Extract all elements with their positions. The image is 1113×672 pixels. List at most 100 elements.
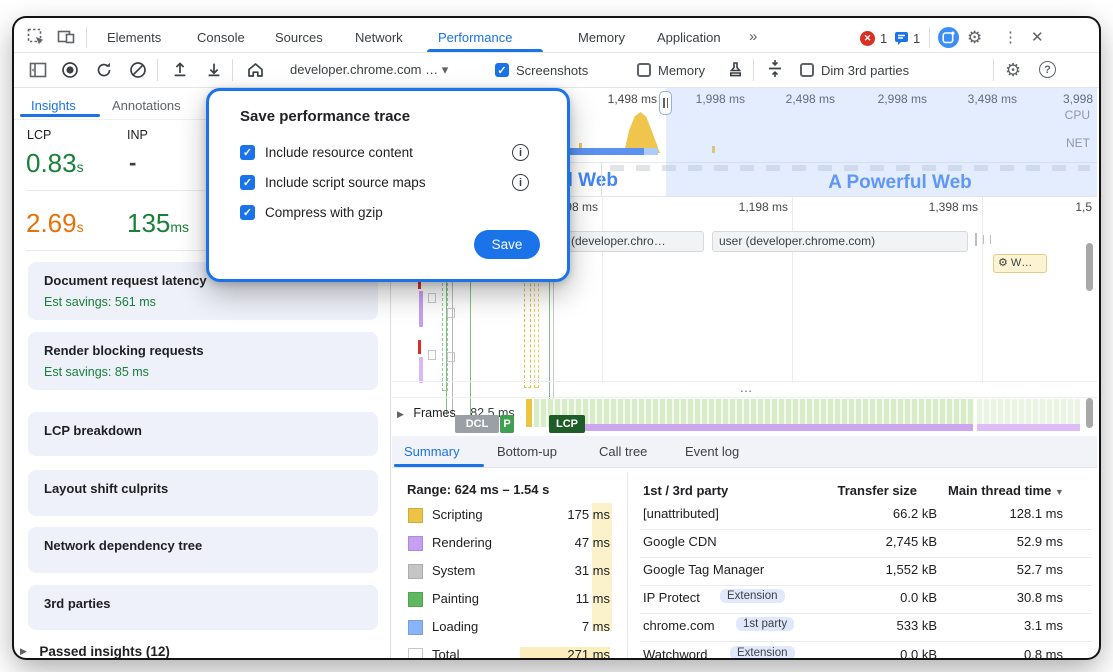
include-resource-content-option[interactable]: ✓ Include resource content bbox=[240, 145, 413, 160]
vertical-scrollbar-thumb[interactable] bbox=[1086, 243, 1093, 291]
insight-title: 3rd parties bbox=[44, 596, 110, 611]
paint-marker-badge[interactable]: P bbox=[500, 415, 514, 433]
insight-card-layout-shift[interactable]: Layout shift culprits bbox=[28, 470, 378, 516]
more-tabs-icon[interactable]: » bbox=[749, 28, 757, 45]
devtools-window: Elements Console Sources Network Perform… bbox=[14, 18, 1099, 658]
frames-strip[interactable] bbox=[534, 399, 974, 427]
flame-task-long bbox=[418, 340, 421, 354]
table-row[interactable]: Google Tag Manager 1,552 kB 52.7 ms bbox=[640, 560, 1095, 582]
col-header-size[interactable]: Transfer size bbox=[817, 483, 917, 498]
dim-3rd-parties-label[interactable]: Dim 3rd parties bbox=[821, 63, 909, 78]
device-toolbar-icon[interactable] bbox=[57, 28, 76, 47]
table-row[interactable]: Google CDN 2,745 kB 52.9 ms bbox=[640, 532, 1095, 554]
dim-3rd-parties-checkbox[interactable] bbox=[800, 63, 814, 77]
help-icon[interactable]: ? bbox=[1039, 61, 1056, 78]
lcp-marker-badge[interactable]: LCP bbox=[549, 415, 585, 433]
tab-annotations[interactable]: Annotations bbox=[112, 98, 181, 113]
screenshots-checkbox[interactable]: ✓ bbox=[495, 63, 509, 77]
inspect-icon[interactable] bbox=[27, 28, 46, 47]
perf-settings-gear-icon[interactable]: ⚙ bbox=[1005, 60, 1021, 81]
track-user-label[interactable]: user (developer.chrome.com) bbox=[712, 231, 968, 252]
ai-assistance-icon[interactable] bbox=[938, 27, 959, 48]
track-pub-label[interactable]: b (developer.chro… bbox=[554, 231, 704, 252]
dcl-marker-badge[interactable]: DCL bbox=[455, 415, 499, 433]
legend-value: 175 ms bbox=[520, 507, 610, 522]
close-icon[interactable]: ✕ bbox=[1031, 28, 1044, 46]
legend-value: 271 ms bbox=[520, 647, 610, 658]
clear-icon[interactable] bbox=[129, 61, 147, 79]
legend-label: Rendering bbox=[432, 535, 492, 550]
error-count[interactable]: 1 bbox=[880, 31, 887, 46]
tab-event-log[interactable]: Event log bbox=[685, 444, 739, 459]
party-name: IP Protect bbox=[643, 590, 700, 605]
tab-elements[interactable]: Elements bbox=[107, 30, 161, 45]
kebab-menu-icon[interactable]: ⋮ bbox=[1003, 28, 1018, 46]
tab-call-tree[interactable]: Call tree bbox=[599, 444, 647, 459]
tab-network[interactable]: Network bbox=[355, 30, 403, 45]
divider bbox=[157, 59, 158, 81]
error-icon[interactable]: ✕ bbox=[860, 31, 875, 46]
insight-card-render-blocking[interactable]: Render blocking requests Est savings: 85… bbox=[28, 332, 378, 390]
table-row[interactable]: IP Protect Extension 0.0 kB 30.8 ms bbox=[640, 588, 1095, 610]
resize-ellipsis[interactable]: … bbox=[732, 381, 762, 395]
issues-count[interactable]: 1 bbox=[913, 31, 920, 46]
home-icon[interactable] bbox=[246, 60, 265, 79]
tab-application[interactable]: Application bbox=[657, 30, 721, 45]
track-tick bbox=[990, 235, 991, 244]
tab-sources[interactable]: Sources bbox=[275, 30, 323, 45]
checkbox-checked-icon[interactable]: ✓ bbox=[240, 205, 255, 220]
tab-bottom-up[interactable]: Bottom-up bbox=[497, 444, 557, 459]
legend-label: Scripting bbox=[432, 507, 483, 522]
insight-savings: Est savings: 85 ms bbox=[44, 365, 149, 379]
row-divider bbox=[640, 613, 1092, 614]
frames-label: Frames bbox=[413, 406, 455, 420]
tab-summary[interactable]: Summary bbox=[404, 444, 460, 459]
download-trace-icon[interactable] bbox=[205, 60, 223, 78]
network-lane-bar-tail bbox=[644, 148, 658, 155]
party-name: Google Tag Manager bbox=[643, 562, 764, 577]
insight-card-3rd-parties[interactable]: 3rd parties bbox=[28, 585, 378, 630]
detail-tick: 1,198 ms bbox=[700, 200, 788, 214]
dock-side-icon[interactable] bbox=[29, 61, 47, 79]
divider bbox=[392, 397, 1097, 398]
insight-card-network-tree[interactable]: Network dependency tree bbox=[28, 527, 378, 573]
screenshots-label[interactable]: Screenshots bbox=[516, 63, 588, 78]
page-select[interactable]: developer.chrome.com … ▾ bbox=[290, 62, 448, 78]
save-button[interactable]: Save bbox=[474, 230, 540, 259]
expand-arrow-icon: ▶ bbox=[20, 646, 27, 656]
table-row[interactable]: chrome.com 1st party 533 kB 3.1 ms bbox=[640, 616, 1095, 638]
collapse-icon[interactable] bbox=[766, 59, 784, 79]
info-icon[interactable]: i bbox=[512, 174, 529, 191]
info-icon[interactable]: i bbox=[512, 144, 529, 161]
tab-performance[interactable]: Performance bbox=[438, 30, 512, 45]
checkbox-checked-icon[interactable]: ✓ bbox=[240, 145, 255, 160]
table-row[interactable]: Watchword Extension 0.0 kB 0.8 ms bbox=[640, 645, 1095, 658]
passed-insights-expander[interactable]: ▶ Passed insights (12) bbox=[20, 643, 170, 658]
record-icon[interactable] bbox=[61, 61, 79, 79]
col-header-party[interactable]: 1st / 3rd party bbox=[643, 483, 728, 498]
include-source-maps-option[interactable]: ✓ Include script source maps bbox=[240, 175, 426, 190]
table-row[interactable]: [unattributed] 66.2 kB 128.1 ms bbox=[640, 504, 1095, 526]
option-label: Compress with gzip bbox=[265, 205, 383, 220]
memory-label[interactable]: Memory bbox=[658, 63, 705, 78]
tab-console[interactable]: Console bbox=[197, 30, 245, 45]
filmstrip-frame-divider bbox=[601, 162, 602, 196]
compress-gzip-option[interactable]: ✓ Compress with gzip bbox=[240, 205, 383, 220]
reload-icon[interactable] bbox=[95, 61, 113, 79]
frames-strip-faded[interactable] bbox=[977, 399, 1080, 427]
insight-title: Network dependency tree bbox=[44, 538, 202, 553]
upload-trace-icon[interactable] bbox=[171, 60, 189, 78]
issues-icon[interactable] bbox=[894, 31, 909, 46]
insight-card-lcp-breakdown[interactable]: LCP breakdown bbox=[28, 412, 378, 456]
checkbox-checked-icon[interactable]: ✓ bbox=[240, 175, 255, 190]
memory-checkbox[interactable] bbox=[637, 63, 651, 77]
transfer-size: 0.0 kB bbox=[847, 647, 937, 658]
network-conditions-icon[interactable] bbox=[726, 60, 745, 79]
settings-gear-icon[interactable]: ⚙ bbox=[967, 28, 982, 48]
worker-badge[interactable]: ⚙ W… bbox=[993, 254, 1047, 273]
selection-drag-handle[interactable] bbox=[659, 91, 672, 115]
tab-insights[interactable]: Insights bbox=[31, 98, 76, 113]
vertical-scrollbar-thumb[interactable] bbox=[1086, 398, 1093, 428]
col-header-time[interactable]: Main thread time ▼ bbox=[948, 483, 1064, 498]
tab-memory[interactable]: Memory bbox=[578, 30, 625, 45]
